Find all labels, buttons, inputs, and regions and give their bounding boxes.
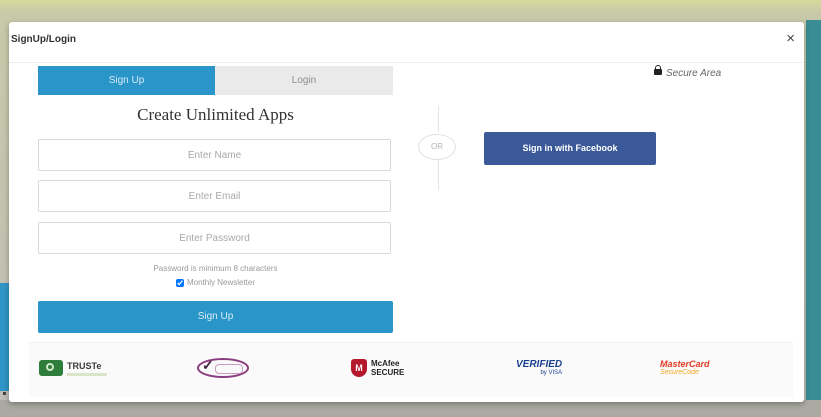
password-hint: Password is minimum 8 characters [153,264,278,273]
newsletter-label: Monthly Newsletter [186,278,256,287]
signup-login-modal: SignUp/Login × Sign Up Login Secure Area… [9,22,804,402]
or-divider: OR [418,134,456,160]
modal-title: SignUp/Login [11,34,76,45]
background-dot [3,392,6,395]
close-icon[interactable]: × [786,31,795,46]
checkmark-seal-icon: ✓ [197,358,249,378]
facebook-sign-in-button[interactable]: Sign in with Facebook [484,132,656,165]
background-strip-right [806,20,821,400]
mcafee-line2: SECURE [371,368,405,377]
divider-line-bottom [438,160,439,190]
tab-login[interactable]: Login [215,66,393,95]
background-bottom [0,400,821,417]
trust-badges: TRUSTe ✓ M McAfee SECURE VERIFIED by VIS… [29,342,793,397]
truste-logo-icon [39,360,63,376]
secure-area: Secure Area [654,65,722,79]
modal-header: SignUp/Login × [9,22,804,63]
mcafee-badge: M McAfee SECURE [351,355,404,381]
lock-icon [654,65,662,75]
name-input[interactable] [38,139,391,171]
email-input[interactable] [38,180,391,212]
verified-by-visa-badge: VERIFIED by VISA [516,355,562,381]
verified-check-badge: ✓ [197,355,249,381]
auth-tabs: Sign Up Login [38,66,393,95]
visa-line2: by VISA [540,370,563,376]
divider-line-top [438,106,439,132]
secure-area-label: Secure Area [666,68,722,79]
newsletter-checkbox[interactable] [175,278,184,287]
sign-up-button[interactable]: Sign Up [38,301,393,333]
mcafee-shield-icon: M [351,359,367,377]
mastercard-securecode-badge: MasterCard SecureCode [660,355,710,381]
truste-label: TRUSTe [67,360,102,371]
visa-line1: VERIFIED [516,359,563,370]
form-headline: Create Unlimited Apps [137,105,294,124]
mastercard-line2: SecureCode [660,369,699,376]
truste-badge: TRUSTe [39,355,107,381]
tab-sign-up[interactable]: Sign Up [38,66,215,95]
mcafee-line1: McAfee [371,359,400,368]
mastercard-line1: MasterCard [660,359,710,369]
password-input[interactable] [38,222,391,254]
newsletter-option: Monthly Newsletter [38,278,393,287]
truste-subline [67,372,107,376]
